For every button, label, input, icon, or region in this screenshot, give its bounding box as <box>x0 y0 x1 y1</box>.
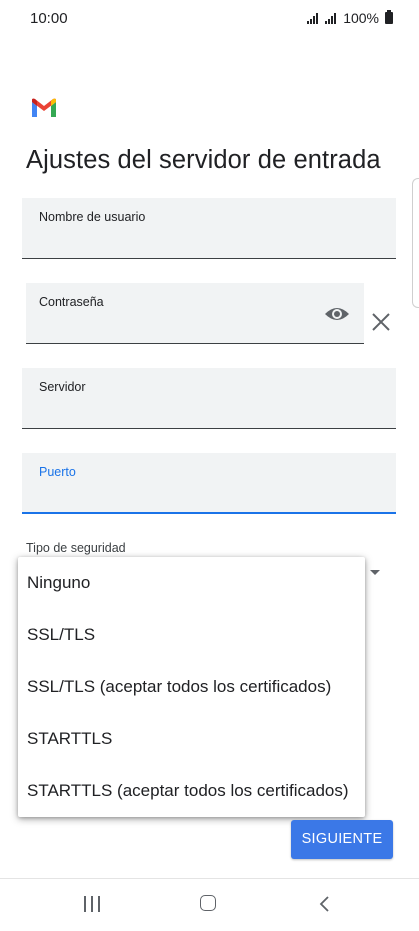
menu-item-starttls-accept-all[interactable]: STARTTLS (aceptar todos los certificados… <box>18 765 365 817</box>
back-icon[interactable] <box>318 895 332 913</box>
recent-apps-icon[interactable] <box>84 896 100 912</box>
server-label: Servidor <box>39 380 86 394</box>
battery-percent: 100% <box>343 10 379 26</box>
port-label: Puerto <box>39 465 76 479</box>
menu-item-ssl-tls-accept-all[interactable]: SSL/TLS (aceptar todos los certificados) <box>18 661 365 713</box>
signal-icon <box>325 12 337 24</box>
scrollbar[interactable] <box>412 178 419 308</box>
menu-item-starttls[interactable]: STARTTLS <box>18 713 365 765</box>
dropdown-arrow-icon[interactable] <box>370 570 380 575</box>
security-type-label: Tipo de seguridad <box>26 541 126 555</box>
security-type-menu: Ninguno SSL/TLS SSL/TLS (aceptar todos l… <box>18 557 365 817</box>
username-label: Nombre de usuario <box>39 210 146 224</box>
eye-icon[interactable] <box>324 305 350 323</box>
signal-icon <box>307 12 319 24</box>
username-field[interactable]: Nombre de usuario <box>22 198 396 259</box>
page-title: Ajustes del servidor de entrada <box>26 146 381 174</box>
nav-divider <box>0 878 419 879</box>
menu-item-ssl-tls[interactable]: SSL/TLS <box>18 609 365 661</box>
gmail-logo-icon <box>32 98 56 117</box>
menu-item-none[interactable]: Ninguno <box>18 557 365 609</box>
close-icon[interactable] <box>369 310 393 334</box>
password-label: Contraseña <box>39 295 104 309</box>
password-field[interactable]: Contraseña <box>26 283 364 344</box>
next-button[interactable]: SIGUIENTE <box>291 820 393 859</box>
port-field[interactable]: Puerto <box>22 453 396 514</box>
battery-icon <box>385 10 393 24</box>
home-icon[interactable] <box>200 895 216 911</box>
status-icons: 100% <box>307 10 393 26</box>
server-field[interactable]: Servidor <box>22 368 396 429</box>
status-time: 10:00 <box>30 10 68 27</box>
